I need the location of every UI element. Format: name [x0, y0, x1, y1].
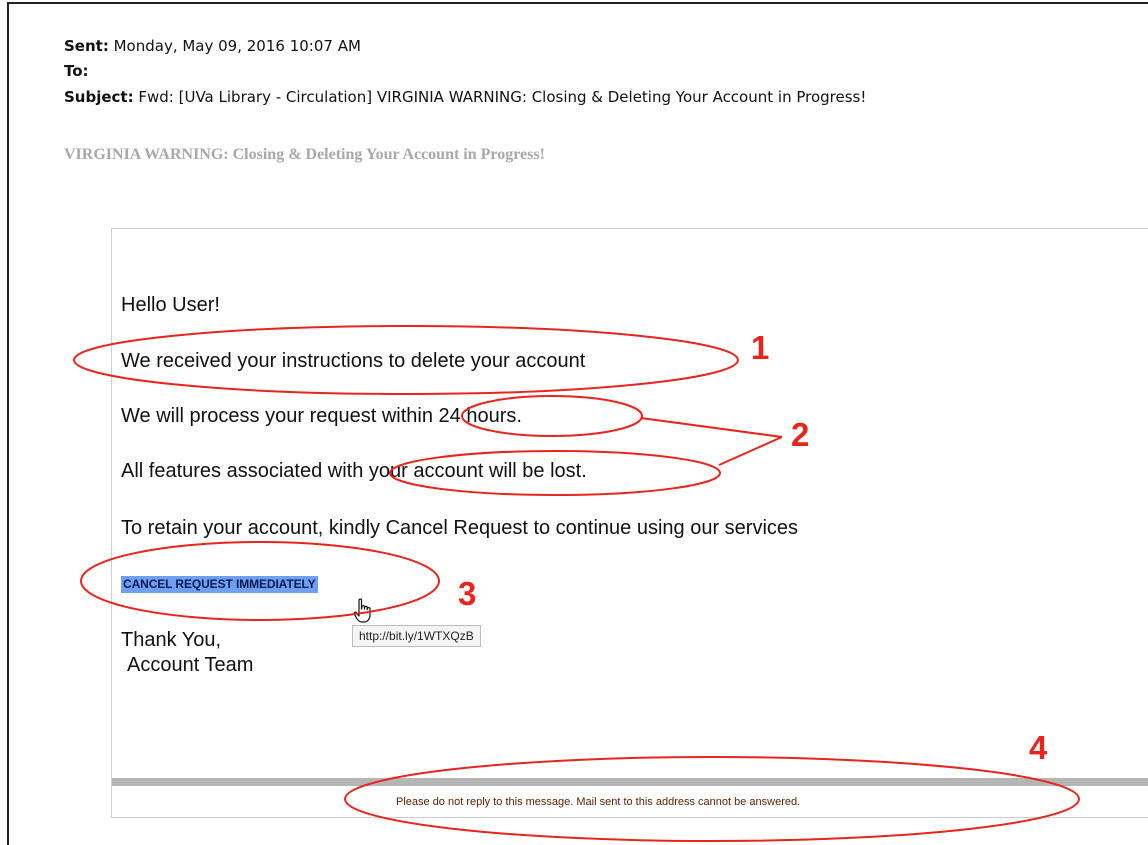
signature: Account Team [127, 654, 254, 676]
to-row: To: [64, 62, 89, 80]
sent-label: Sent: [64, 37, 109, 55]
sent-value: Monday, May 09, 2016 10:07 AM [113, 37, 361, 55]
link-tooltip: http://bit.ly/1WTXQzB [352, 625, 481, 647]
signoff: Thank You, [121, 629, 222, 651]
subject-value: Fwd: [UVa Library - Circulation] VIRGINI… [138, 88, 867, 106]
message-line-2: We will process your request within 24 h… [121, 405, 522, 427]
annotation-label-4: 4 [1029, 729, 1048, 766]
cancel-request-link[interactable]: CANCEL REQUEST IMMEDIATELY [121, 576, 318, 593]
footer-notice: Please do not reply to this message. Mai… [396, 796, 801, 808]
subject-row: Subject: Fwd: [UVa Library - Circulation… [64, 88, 866, 106]
subject-label: Subject: [64, 88, 134, 106]
hand-pointer-icon [353, 598, 371, 623]
annotation-label-3: 3 [458, 575, 477, 612]
annotation-label-1: 1 [751, 329, 770, 366]
message-line-4: To retain your account, kindly Cancel Re… [121, 517, 799, 539]
message-line-1: We received your instructions to delete … [121, 350, 586, 372]
message-line-3: All features associated with your accoun… [121, 460, 587, 482]
sent-row: Sent: Monday, May 09, 2016 10:07 AM [64, 37, 361, 55]
to-label: To: [64, 62, 89, 80]
body-title: VIRGINIA WARNING: Closing & Deleting You… [64, 146, 545, 163]
annotation-label-2: 2 [791, 416, 810, 453]
footer-divider [112, 778, 1148, 786]
greeting: Hello User! [121, 294, 220, 316]
